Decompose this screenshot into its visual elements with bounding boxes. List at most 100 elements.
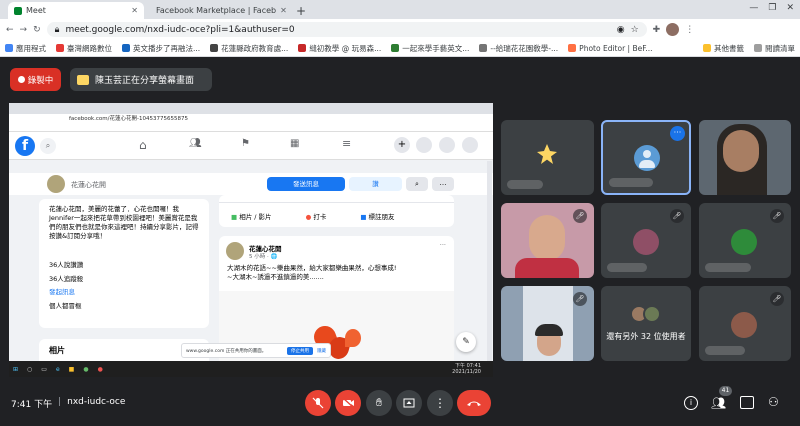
address-bar[interactable]: 🔒︎ meet.google.com/nxd-iudc-oce?pli=1&au… xyxy=(46,22,647,37)
participant-tile[interactable]: 🎤︎ xyxy=(501,286,594,361)
page-avatar[interactable] xyxy=(47,175,65,193)
record-dot-icon xyxy=(17,76,25,83)
more-options-button[interactable]: ⋮ xyxy=(427,390,453,416)
activities-icon[interactable]: ⚇ xyxy=(768,395,779,409)
participant-tile[interactable]: 🎤︎ xyxy=(699,286,791,361)
page-search-icon[interactable]: ⌕ xyxy=(406,177,428,191)
composer-actions: ■ 相片 / 影片 ● 打卡 ■ 標註朋友 xyxy=(231,211,395,221)
participant-tile[interactable]: 🎤︎ xyxy=(501,203,594,278)
taskbar-explorer-icon[interactable]: ■ xyxy=(69,366,75,373)
bookmark-star-icon[interactable]: ☆ xyxy=(631,25,639,35)
new-tab-button[interactable]: + xyxy=(290,2,306,19)
tile-more-icon[interactable]: ··· xyxy=(670,126,685,141)
hide-notice-button[interactable]: 隱藏 xyxy=(317,348,326,354)
restore-icon[interactable]: ❐ xyxy=(768,3,776,13)
participant-tile-self[interactable]: ··· xyxy=(601,120,691,195)
fb-account-icon[interactable] xyxy=(462,137,478,153)
recording-badge[interactable]: 錄製中 xyxy=(10,68,61,91)
presenting-banner: 陳玉芸正在分享螢幕畫面 xyxy=(70,68,212,91)
fb-friends-icon[interactable]: 👥︎ xyxy=(189,138,202,149)
close-window-icon[interactable]: ✕ xyxy=(786,3,794,13)
composer-card: ■ 相片 / 影片 ● 打卡 ■ 標註朋友 xyxy=(219,195,454,227)
checkin-action[interactable]: ● 打卡 xyxy=(306,211,327,221)
send-message-button[interactable]: 發送訊息 xyxy=(267,177,345,191)
participant-tile[interactable] xyxy=(699,120,791,195)
fb-marketplace-icon[interactable]: ▦ xyxy=(290,138,299,149)
bookmark-item[interactable]: 應用程式 xyxy=(0,43,51,54)
tab-facebook[interactable]: Facebook Marketplace | Faceb ✕ xyxy=(146,2,286,19)
present-button[interactable] xyxy=(396,390,422,416)
presenter-icon xyxy=(77,74,89,85)
facebook-logo-icon[interactable]: f xyxy=(15,136,35,156)
bookmark-item[interactable]: 一起來學手藝英文... xyxy=(386,43,474,54)
shared-tabstrip xyxy=(9,103,493,114)
raise-hand-button[interactable]: ✋︎ xyxy=(366,390,392,416)
chat-icon[interactable] xyxy=(740,396,754,409)
tag-friends-action[interactable]: ■ 標註朋友 xyxy=(360,211,394,221)
bookmark-item[interactable]: 花蓮縣政府教育處... xyxy=(205,43,293,54)
fb-pages-icon[interactable]: ⚑ xyxy=(241,138,250,149)
extension-icon[interactable]: ✚ xyxy=(653,25,661,35)
participant-tile[interactable]: 🎤︎ xyxy=(601,203,691,278)
bookmark-item[interactable]: 縫初教學 @ 玩易森... xyxy=(293,43,386,54)
taskbar-chrome-icon[interactable]: ● xyxy=(98,366,103,373)
page-more-icon[interactable]: … xyxy=(432,177,454,191)
more-participants-tile[interactable]: 還有另外 32 位使用者 xyxy=(601,286,691,361)
participant-tile[interactable] xyxy=(501,120,594,195)
tab-facebook-title: Facebook Marketplace | Faceb xyxy=(156,6,277,15)
back-icon[interactable]: ← xyxy=(6,25,14,35)
fb-menu-icon[interactable]: ≡ xyxy=(342,137,351,150)
fb-home-icon[interactable]: ⌂ xyxy=(139,138,147,152)
participants-count-badge: 41 xyxy=(719,386,732,396)
minimize-icon[interactable]: — xyxy=(749,3,758,13)
people-icon[interactable]: 👥︎ xyxy=(711,396,726,410)
fb-edit-icon[interactable]: ✎ xyxy=(456,332,476,352)
bookmark-item[interactable]: 英文播步了再融法... xyxy=(117,43,205,54)
camera-off-icon xyxy=(342,397,354,409)
camera-off-button[interactable] xyxy=(335,390,361,416)
participant-avatar xyxy=(731,312,757,338)
bookmark-item[interactable]: --給瑞花花園敎學-... xyxy=(474,43,563,54)
info-icon[interactable]: i xyxy=(684,396,698,410)
hand-icon: ✋︎ xyxy=(375,396,383,409)
camera-in-use-icon[interactable]: ◉ xyxy=(617,25,625,35)
like-button[interactable]: 讚 xyxy=(349,177,402,191)
other-bookmarks[interactable]: 其他書籤 xyxy=(698,43,749,54)
profile-avatar[interactable] xyxy=(666,23,680,36)
meeting-time: 7:41 下午 xyxy=(11,400,53,410)
taskbar-edge-icon[interactable]: e xyxy=(56,366,60,373)
fb-topnav: f ⌕ ⌂ 👥︎ ⚑ ▦ ≡ + xyxy=(9,132,493,160)
tab-close-icon[interactable]: ✕ xyxy=(280,6,286,15)
windows-start-icon[interactable]: ⊞ xyxy=(13,366,18,373)
participant-tile[interactable]: 🎤︎ xyxy=(699,203,791,278)
fb-notifications-icon[interactable] xyxy=(439,137,455,153)
reload-icon[interactable]: ↻ xyxy=(33,25,41,35)
reading-list[interactable]: 閱讀清單 xyxy=(749,43,800,54)
end-call-button[interactable] xyxy=(457,390,491,416)
mic-off-icon: 🎤︎ xyxy=(573,209,587,223)
post-more-icon[interactable]: ··· xyxy=(440,241,446,249)
tab-close-icon[interactable]: ✕ xyxy=(131,6,138,15)
browser-toolbar: ← → ↻ 🔒︎ meet.google.com/nxd-iudc-oce?pl… xyxy=(0,19,800,40)
stop-sharing-button[interactable]: 停止共用 xyxy=(287,346,313,355)
taskbar-search-icon[interactable]: ○ xyxy=(27,366,32,373)
bookmark-item[interactable]: Photo Editor | BeF... xyxy=(563,44,657,53)
mic-off-icon xyxy=(312,397,324,409)
taskbar-line-icon[interactable]: ● xyxy=(83,366,88,373)
tab-meet[interactable]: Meet ✕ xyxy=(8,2,144,19)
participant-avatar xyxy=(537,144,557,164)
fb-search-icon[interactable]: ⌕ xyxy=(40,138,56,154)
photo-video-action[interactable]: ■ 相片 / 影片 xyxy=(231,211,272,221)
mic-off-icon: 🎤︎ xyxy=(770,209,784,223)
taskbar-task-view-icon[interactable]: ▭ xyxy=(41,366,47,373)
forward-icon[interactable]: → xyxy=(20,25,28,35)
mic-off-icon: 🎤︎ xyxy=(770,292,784,306)
fb-create-icon[interactable]: + xyxy=(394,137,410,153)
post-author-avatar[interactable] xyxy=(226,242,244,260)
meeting-code: nxd-iudc-oce xyxy=(67,397,126,407)
fb-scrollbar[interactable] xyxy=(487,161,492,361)
chrome-menu-icon[interactable]: ⋮ xyxy=(685,25,694,35)
mic-off-button[interactable] xyxy=(305,390,331,416)
fb-messenger-icon[interactable] xyxy=(416,137,432,153)
bookmark-item[interactable]: 臺灣網路數位 xyxy=(51,43,117,54)
